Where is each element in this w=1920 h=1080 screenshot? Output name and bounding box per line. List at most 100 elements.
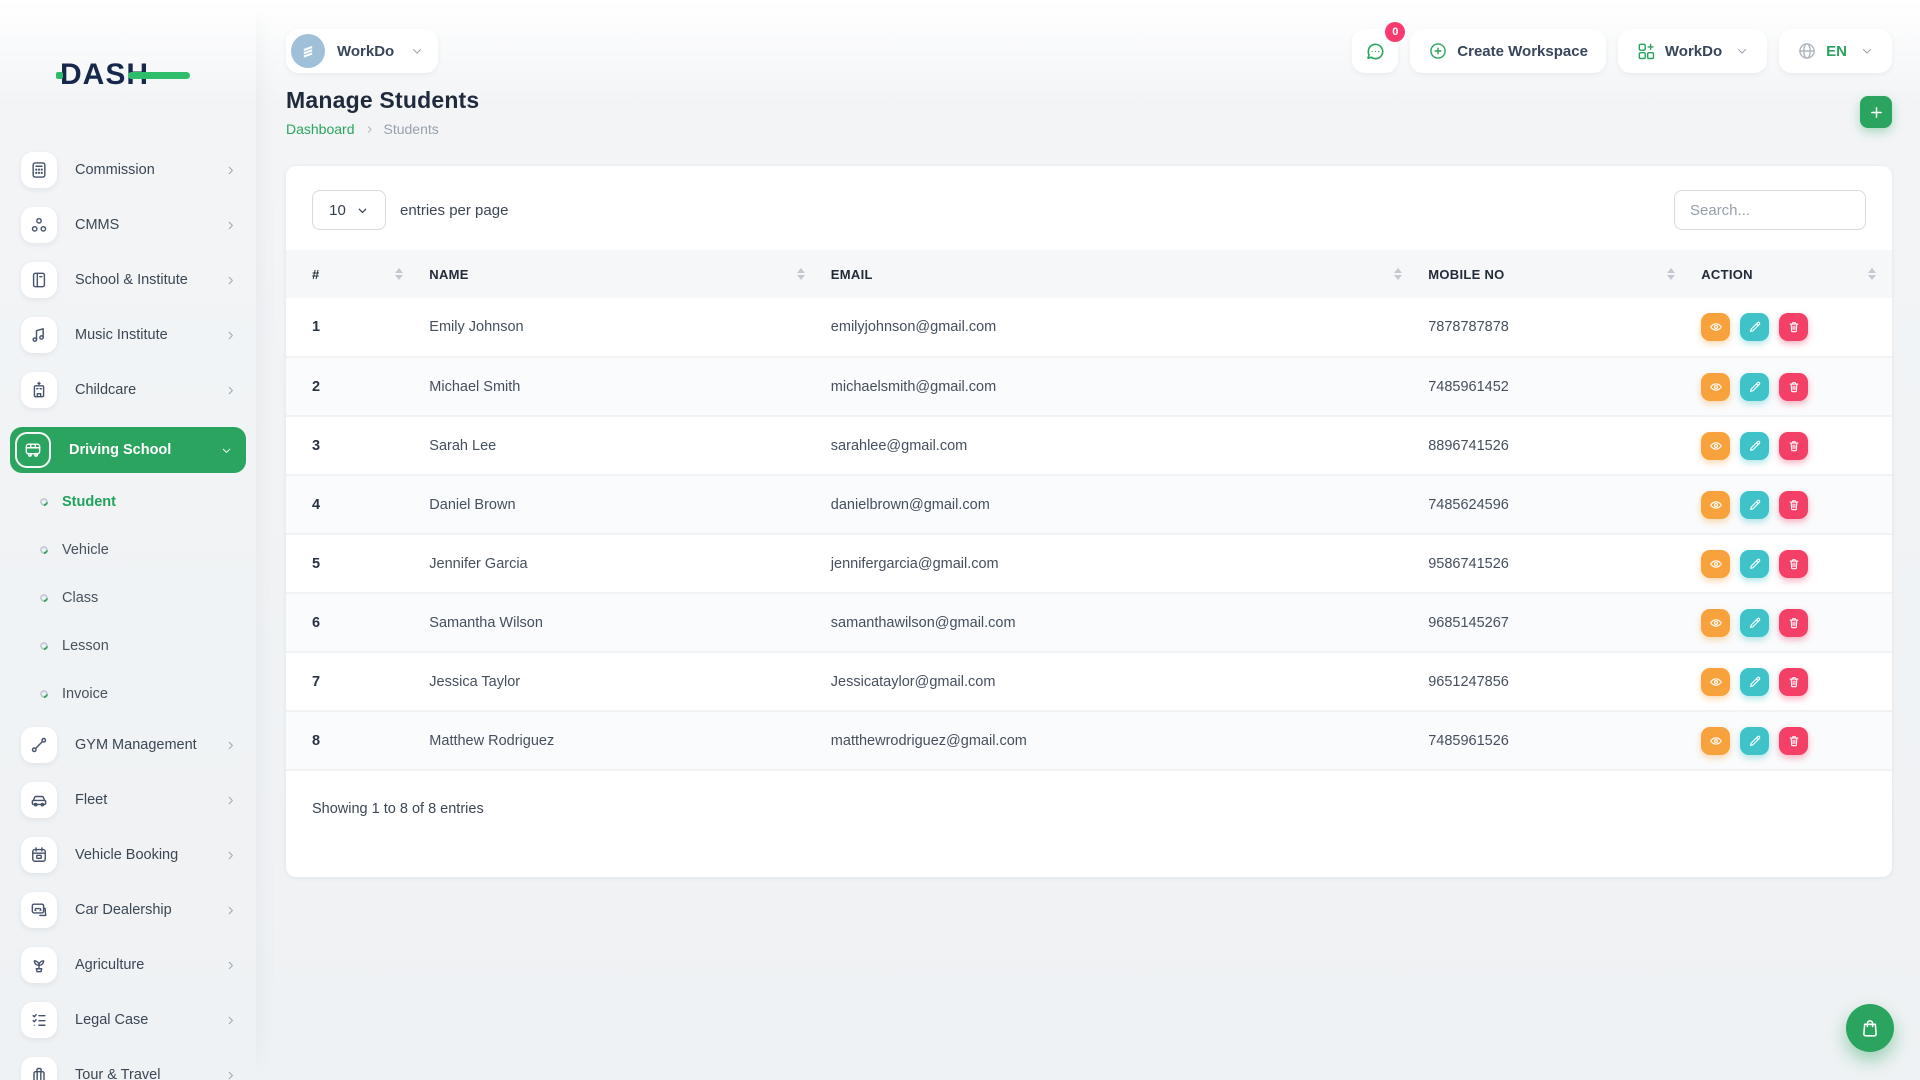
sidebar-subitem-invoice[interactable]: Invoice xyxy=(0,679,246,709)
student-email: samanthawilson@gmail.com xyxy=(821,593,1418,652)
breadcrumb-dashboard-link[interactable]: Dashboard xyxy=(286,121,355,137)
sidebar-item-legal-case[interactable]: Legal Case xyxy=(10,1002,246,1038)
sidebar-item-label: Vehicle Booking xyxy=(75,847,178,863)
delete-button[interactable] xyxy=(1779,668,1808,696)
create-workspace-button[interactable]: Create Workspace xyxy=(1410,29,1606,73)
sidebar-item-vehicle-booking[interactable]: Vehicle Booking xyxy=(10,837,246,873)
delete-button[interactable] xyxy=(1779,313,1808,341)
add-student-button[interactable] xyxy=(1860,96,1892,128)
bullet-icon xyxy=(38,496,49,507)
chevron-right-icon xyxy=(224,329,237,342)
luggage-icon xyxy=(21,1057,57,1080)
sidebar-item-cmms[interactable]: CMMS xyxy=(10,207,246,243)
sidebar-item-music-institute[interactable]: Music Institute xyxy=(10,317,246,353)
page-size-value: 10 xyxy=(329,202,346,219)
sidebar-item-gym-management[interactable]: GYM Management xyxy=(10,727,246,763)
column-header-mobile[interactable]: MOBILE NO xyxy=(1418,250,1691,298)
table-summary: Showing 1 to 8 of 8 entries xyxy=(286,771,1892,817)
trash-icon xyxy=(1787,734,1801,748)
student-mobile: 7485624596 xyxy=(1418,475,1691,534)
pencil-icon xyxy=(1748,320,1762,334)
sidebar-item-label: Legal Case xyxy=(75,1012,148,1028)
sidebar-item-driving-school[interactable]: Driving School xyxy=(10,427,246,473)
column-header-index[interactable]: # xyxy=(286,250,419,298)
student-name: Jessica Taylor xyxy=(419,652,821,711)
row-index: 2 xyxy=(286,357,419,416)
sidebar-item-label: Driving School xyxy=(69,442,171,458)
student-name: Sarah Lee xyxy=(419,416,821,475)
sidebar-subitem-student[interactable]: Student xyxy=(0,487,246,517)
search-input[interactable] xyxy=(1674,190,1866,230)
row-index: 1 xyxy=(286,298,419,357)
sidebar-item-car-dealership[interactable]: Car Dealership xyxy=(10,892,246,928)
shop-fab-button[interactable] xyxy=(1846,1004,1894,1052)
calendar-icon xyxy=(21,837,57,873)
delete-button[interactable] xyxy=(1779,727,1808,755)
sidebar-subitem-lesson[interactable]: Lesson xyxy=(0,631,246,661)
student-mobile: 9685145267 xyxy=(1418,593,1691,652)
workspace-switcher[interactable]: WorkDo xyxy=(286,29,438,73)
view-button[interactable] xyxy=(1701,313,1730,341)
sidebar-item-label: School & Institute xyxy=(75,272,188,288)
chat-icon xyxy=(1364,40,1387,63)
delete-button[interactable] xyxy=(1779,550,1808,578)
sidebar-subitem-vehicle[interactable]: Vehicle xyxy=(0,535,246,565)
edit-button[interactable] xyxy=(1740,373,1769,401)
edit-button[interactable] xyxy=(1740,313,1769,341)
sidebar-subitem-class[interactable]: Class xyxy=(0,583,246,613)
edit-button[interactable] xyxy=(1740,550,1769,578)
edit-button[interactable] xyxy=(1740,432,1769,460)
bullet-icon xyxy=(38,688,49,699)
sidebar-item-fleet[interactable]: Fleet xyxy=(10,782,246,818)
breadcrumb: Dashboard Students xyxy=(286,121,479,137)
delete-button[interactable] xyxy=(1779,609,1808,637)
view-button[interactable] xyxy=(1701,609,1730,637)
view-button[interactable] xyxy=(1701,373,1730,401)
row-index: 7 xyxy=(286,652,419,711)
view-button[interactable] xyxy=(1701,491,1730,519)
delete-button[interactable] xyxy=(1779,491,1808,519)
column-header-email[interactable]: EMAIL xyxy=(821,250,1418,298)
shopping-bag-icon xyxy=(1859,1017,1881,1039)
chevron-down-icon xyxy=(220,444,233,457)
language-code: EN xyxy=(1826,43,1847,60)
messages-button[interactable]: 0 xyxy=(1352,29,1398,73)
view-button[interactable] xyxy=(1701,727,1730,755)
student-email: danielbrown@gmail.com xyxy=(821,475,1418,534)
view-button[interactable] xyxy=(1701,668,1730,696)
table-row: 1 Emily Johnson emilyjohnson@gmail.com 7… xyxy=(286,298,1892,357)
topbar: WorkDo 0 Create Workspace WorkDo EN xyxy=(286,29,1892,73)
sidebar-item-agriculture[interactable]: Agriculture xyxy=(10,947,246,983)
workspace-menu-label: WorkDo xyxy=(1665,43,1722,60)
edit-button[interactable] xyxy=(1740,668,1769,696)
workspace-menu-button[interactable]: WorkDo xyxy=(1618,29,1767,73)
sidebar-item-tour-travel[interactable]: Tour & Travel xyxy=(10,1057,246,1080)
student-mobile: 9651247856 xyxy=(1418,652,1691,711)
trash-icon xyxy=(1787,320,1801,334)
delete-button[interactable] xyxy=(1779,373,1808,401)
sidebar-item-commission[interactable]: Commission xyxy=(10,152,246,188)
pencil-icon xyxy=(1748,498,1762,512)
column-header-action[interactable]: ACTION xyxy=(1691,250,1892,298)
edit-button[interactable] xyxy=(1740,491,1769,519)
edit-button[interactable] xyxy=(1740,609,1769,637)
plus-circle-icon xyxy=(1428,41,1448,61)
delete-button[interactable] xyxy=(1779,432,1808,460)
pencil-icon xyxy=(1748,380,1762,394)
view-button[interactable] xyxy=(1701,432,1730,460)
logo-dot xyxy=(56,72,63,79)
edit-button[interactable] xyxy=(1740,727,1769,755)
column-header-name[interactable]: NAME xyxy=(419,250,821,298)
eye-icon xyxy=(1709,439,1723,453)
sort-icon xyxy=(395,268,403,280)
nodes-icon xyxy=(21,207,57,243)
sidebar-item-childcare[interactable]: Childcare xyxy=(10,372,246,408)
table-row: 8 Matthew Rodriguez matthewrodriguez@gma… xyxy=(286,711,1892,770)
sidebar-item-school-institute[interactable]: School & Institute xyxy=(10,262,246,298)
page-size-select[interactable]: 10 xyxy=(312,190,386,230)
language-selector[interactable]: EN xyxy=(1779,29,1892,73)
sidebar-subitem-label: Student xyxy=(62,494,116,510)
student-name: Samantha Wilson xyxy=(419,593,821,652)
sidebar-item-label: Fleet xyxy=(75,792,107,808)
view-button[interactable] xyxy=(1701,550,1730,578)
